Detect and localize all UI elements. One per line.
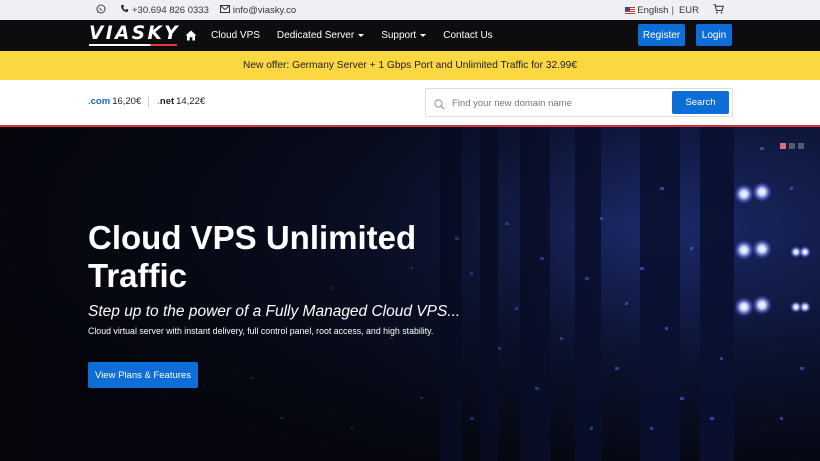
slide-indicator-2[interactable]	[789, 143, 795, 149]
com-price: 16,20€	[112, 96, 142, 107]
logo-underline	[89, 44, 177, 46]
hero-description: Cloud virtual server with instant delive…	[88, 326, 434, 336]
nav-dedicated-server-label: Dedicated Server	[276, 30, 355, 41]
divider: |	[671, 4, 674, 16]
phone-link[interactable]: +30.694 826 0333	[120, 4, 209, 16]
search-button[interactable]: Search	[672, 91, 729, 114]
com-tld-label: .com	[88, 96, 111, 107]
viasky-logo[interactable]: VIASKY	[89, 23, 180, 46]
home-icon[interactable]	[185, 30, 197, 41]
view-plans-button[interactable]: View Plans & Features	[88, 362, 198, 388]
nav-support[interactable]: Support	[381, 30, 427, 41]
hero-subtitle: Step up to the power of a Fully Managed …	[88, 303, 461, 320]
currency-selector[interactable]: EUR	[679, 5, 699, 16]
nav-cloud-vps-label: Cloud VPS	[211, 30, 260, 41]
email-link[interactable]: info@viasky.co	[219, 4, 297, 16]
promo-banner[interactable]: New offer: Germany Server + 1 Gbps Port …	[0, 51, 820, 80]
nav-cloud-vps[interactable]: Cloud VPS	[211, 30, 260, 41]
chevron-down-icon	[358, 34, 365, 37]
divider	[148, 96, 150, 107]
slide-indicator-1[interactable]	[780, 143, 786, 149]
whatsapp-link[interactable]	[96, 4, 109, 17]
nav-menu: Cloud VPS Dedicated Server Support Conta…	[185, 20, 510, 51]
language-selector[interactable]: English	[637, 5, 668, 16]
logo-text: VIASKY	[89, 23, 180, 44]
slide-indicator-3[interactable]	[798, 143, 804, 149]
chevron-down-icon	[420, 34, 427, 37]
envelope-icon	[219, 4, 233, 16]
main-navbar: VIASKY Cloud VPS Dedicated Server Suppor…	[0, 20, 820, 51]
hero-title: Cloud VPS Unlimited Traffic	[88, 219, 417, 294]
phone-icon	[120, 4, 132, 16]
top-contact-bar: +30.694 826 0333 info@viasky.co English …	[0, 0, 820, 20]
domain-search-input[interactable]	[452, 94, 667, 112]
net-tld-text: net	[159, 96, 175, 107]
net-tld-label: .net	[157, 96, 175, 107]
nav-contact-us-label: Contact Us	[443, 30, 493, 41]
search-icon	[434, 97, 445, 115]
domain-search-bar: .com 16,20€ .net 14,22€ Search	[0, 80, 820, 125]
login-button[interactable]: Login	[696, 24, 732, 46]
promo-text: New offer: Germany Server + 1 Gbps Port …	[243, 60, 577, 71]
nav-dedicated-server[interactable]: Dedicated Server	[276, 30, 365, 41]
nav-contact-us[interactable]: Contact Us	[443, 30, 492, 41]
phone-number: +30.694 826 0333	[132, 4, 209, 16]
register-button[interactable]: Register	[638, 24, 685, 46]
nav-support-label: Support	[381, 30, 417, 41]
whatsapp-icon	[96, 4, 109, 17]
cart-icon[interactable]	[713, 3, 724, 17]
hero-slider: Cloud VPS Unlimited Traffic Step up to t…	[0, 127, 820, 461]
us-flag-icon	[625, 6, 636, 14]
domain-search-box: Search	[425, 88, 733, 117]
net-price: 14,22€	[176, 96, 206, 107]
slider-indicators	[777, 143, 804, 149]
email-address: info@viasky.co	[232, 4, 297, 16]
domain-prices: .com 16,20€ .net 14,22€	[88, 96, 205, 107]
com-tld-text: com	[90, 96, 111, 107]
